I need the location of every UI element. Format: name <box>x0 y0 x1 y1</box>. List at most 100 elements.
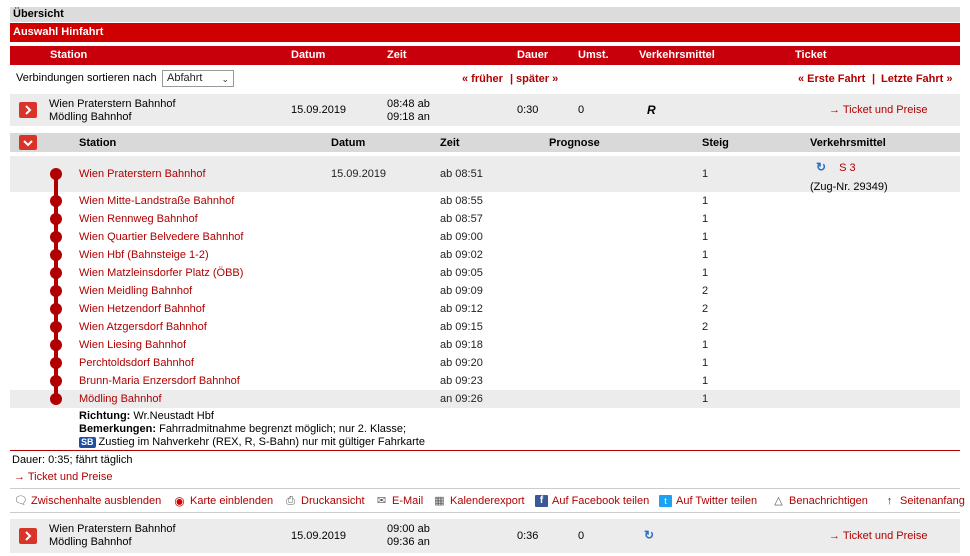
connection-duration: 0:30 <box>517 104 539 116</box>
stop-name[interactable]: Wien Hbf (Bahnsteige 1-2) <box>79 249 209 261</box>
stop-name[interactable]: Wien Matzleinsdorfer Platz (ÖBB) <box>79 267 243 279</box>
earlier-link[interactable]: « früher <box>462 73 503 85</box>
stop-platform: 1 <box>702 231 709 243</box>
chevron-down-icon: ⌄ <box>221 74 229 84</box>
stop-time: ab 09:05 <box>440 267 483 279</box>
stop-name[interactable]: Mödling Bahnhof <box>79 393 162 405</box>
stop-platform: 2 <box>702 285 709 297</box>
calendar-button[interactable]: ▦ Kalenderexport <box>433 495 525 507</box>
stop-platform: 1 <box>702 195 709 207</box>
connection-from: Wien Praterstern Bahnhof <box>49 98 176 110</box>
show-map-button[interactable]: ◉ Karte einblenden <box>173 495 273 507</box>
twitter-icon: t <box>659 495 672 507</box>
connection-duration: 0:36 <box>517 530 539 542</box>
stop-platform: 1 <box>702 393 709 405</box>
last-trip-link[interactable]: Letzte Fahrt » <box>881 73 953 85</box>
connection-dep: 08:48 ab <box>387 98 430 110</box>
connection-changes: 0 <box>578 530 585 542</box>
stop-time: an 09:26 <box>440 393 483 405</box>
page-top-button[interactable]: ↑ Seitenanfang <box>883 495 965 507</box>
stop-platform: 1 <box>702 213 709 225</box>
summary-ticket-label: Ticket und Preise <box>27 471 113 483</box>
col-zeit: Zeit <box>387 49 407 61</box>
connection-from: Wien Praterstern Bahnhof <box>49 523 176 535</box>
stop-date: 15.09.2019 <box>331 168 387 180</box>
stop-name[interactable]: Wien Hetzendorf Bahnhof <box>79 303 205 315</box>
sb-badge-icon: SB <box>79 437 96 448</box>
stop-name[interactable]: Wien Mitte-Landstraße Bahnhof <box>79 195 234 207</box>
remarks-line: Bemerkungen: Fahrradmitnahme begrenzt mö… <box>79 423 425 436</box>
stop-row: Wien Mitte-Landstraße Bahnhof ab 08:55 1 <box>10 192 960 210</box>
stop-time: ab 08:55 <box>440 195 483 207</box>
sbahn-icon: ↻ <box>644 528 655 542</box>
arrow-right-icon: → <box>829 104 840 116</box>
summary-divider <box>10 450 960 451</box>
arrow-right-icon: → <box>829 530 840 542</box>
stop-name[interactable]: Wien Quartier Belvedere Bahnhof <box>79 231 243 243</box>
later-link[interactable]: später » <box>516 73 558 85</box>
stop-time: ab 09:02 <box>440 249 483 261</box>
stop-name[interactable]: Wien Meidling Bahnhof <box>79 285 192 297</box>
stop-dot-icon <box>50 357 62 369</box>
detail-column-header: Station Datum Zeit Prognose Steig Verkeh… <box>10 133 960 152</box>
detail-col-steig: Steig <box>702 137 729 149</box>
first-trip-link[interactable]: « Erste Fahrt <box>798 73 865 85</box>
email-button[interactable]: ✉ E-Mail <box>375 495 423 507</box>
direction-value: Wr.Neustadt Hbf <box>133 410 214 422</box>
stop-row: Perchtoldsdorf Bahnhof ab 09:20 1 <box>10 354 960 372</box>
stop-name[interactable]: Wien Praterstern Bahnhof <box>79 168 206 180</box>
speech-bubble-icon: 🗨 <box>14 495 28 507</box>
stop-name[interactable]: Perchtoldsdorf Bahnhof <box>79 357 194 369</box>
calendar-label: Kalenderexport <box>450 495 525 507</box>
stop-platform: 2 <box>702 321 709 333</box>
stop-row: Wien Quartier Belvedere Bahnhof ab 09:00 1 <box>10 228 960 246</box>
twitter-label: Auf Twitter teilen <box>676 495 758 507</box>
stop-time: ab 09:09 <box>440 285 483 297</box>
ticket-link-label: Ticket und Preise <box>842 104 928 116</box>
stop-time: ab 09:00 <box>440 231 483 243</box>
detail-col-datum: Datum <box>331 137 366 149</box>
expand-button[interactable] <box>19 528 37 544</box>
regional-train-icon: R <box>647 103 656 117</box>
stop-name[interactable]: Wien Liesing Bahnhof <box>79 339 186 351</box>
detail-col-station: Station <box>79 137 117 149</box>
collapse-button[interactable] <box>19 135 37 150</box>
hide-stops-button[interactable]: 🗨 Zwischenhalte ausblenden <box>14 495 161 507</box>
stop-row: Wien Atzgersdorf Bahnhof ab 09:15 2 <box>10 318 960 336</box>
print-button[interactable]: ⎙ Druckansicht <box>284 495 364 507</box>
stop-name[interactable]: Brunn-Maria Enzersdorf Bahnhof <box>79 375 240 387</box>
connection-changes: 0 <box>578 104 585 116</box>
sort-select[interactable]: Abfahrt ⌄ <box>162 70 234 87</box>
chevron-right-icon <box>25 531 32 541</box>
connection-row-1[interactable]: Wien Praterstern Bahnhof Mödling Bahnhof… <box>10 94 960 126</box>
stop-dot-icon <box>50 393 62 405</box>
overview-title: Übersicht <box>13 8 64 20</box>
summary-ticket-link[interactable]: → Ticket und Preise <box>14 471 112 483</box>
section-header: Auswahl Hinfahrt <box>10 23 960 42</box>
sbahn-icon: ↻ <box>816 160 827 174</box>
stop-name[interactable]: Wien Rennweg Bahnhof <box>79 213 198 225</box>
stop-dot-icon <box>50 267 62 279</box>
expand-button[interactable] <box>19 102 37 118</box>
calendar-icon: ▦ <box>434 495 445 507</box>
twitter-button[interactable]: t Auf Twitter teilen <box>659 495 757 507</box>
chevron-right-icon <box>25 105 32 115</box>
connection-arr: 09:18 an <box>387 111 430 123</box>
train-line[interactable]: ↻ S 3 <box>816 161 856 174</box>
sort-select-value: Abfahrt <box>167 72 203 84</box>
stop-dot-icon <box>50 249 62 261</box>
stop-name[interactable]: Wien Atzgersdorf Bahnhof <box>79 321 207 333</box>
connection-arr: 09:36 an <box>387 536 430 548</box>
facebook-label: Auf Facebook teilen <box>552 495 650 507</box>
facebook-button[interactable]: f Auf Facebook teilen <box>535 495 649 507</box>
connection-row-2[interactable]: Wien Praterstern Bahnhof Mödling Bahnhof… <box>10 519 960 553</box>
ticket-link-1[interactable]: → Ticket und Preise <box>829 104 927 116</box>
ticket-link-2[interactable]: → Ticket und Preise <box>829 530 927 542</box>
sort-separator: | <box>510 73 514 85</box>
connection-date: 15.09.2019 <box>291 530 347 542</box>
remarks-block: Richtung: Wr.Neustadt Hbf Bemerkungen: F… <box>79 410 425 449</box>
notify-button[interactable]: △ Benachrichtigen <box>772 495 868 507</box>
section-title: Auswahl Hinfahrt <box>13 26 104 38</box>
stop-platform: 1 <box>702 249 709 261</box>
chevron-down-icon <box>23 139 33 146</box>
